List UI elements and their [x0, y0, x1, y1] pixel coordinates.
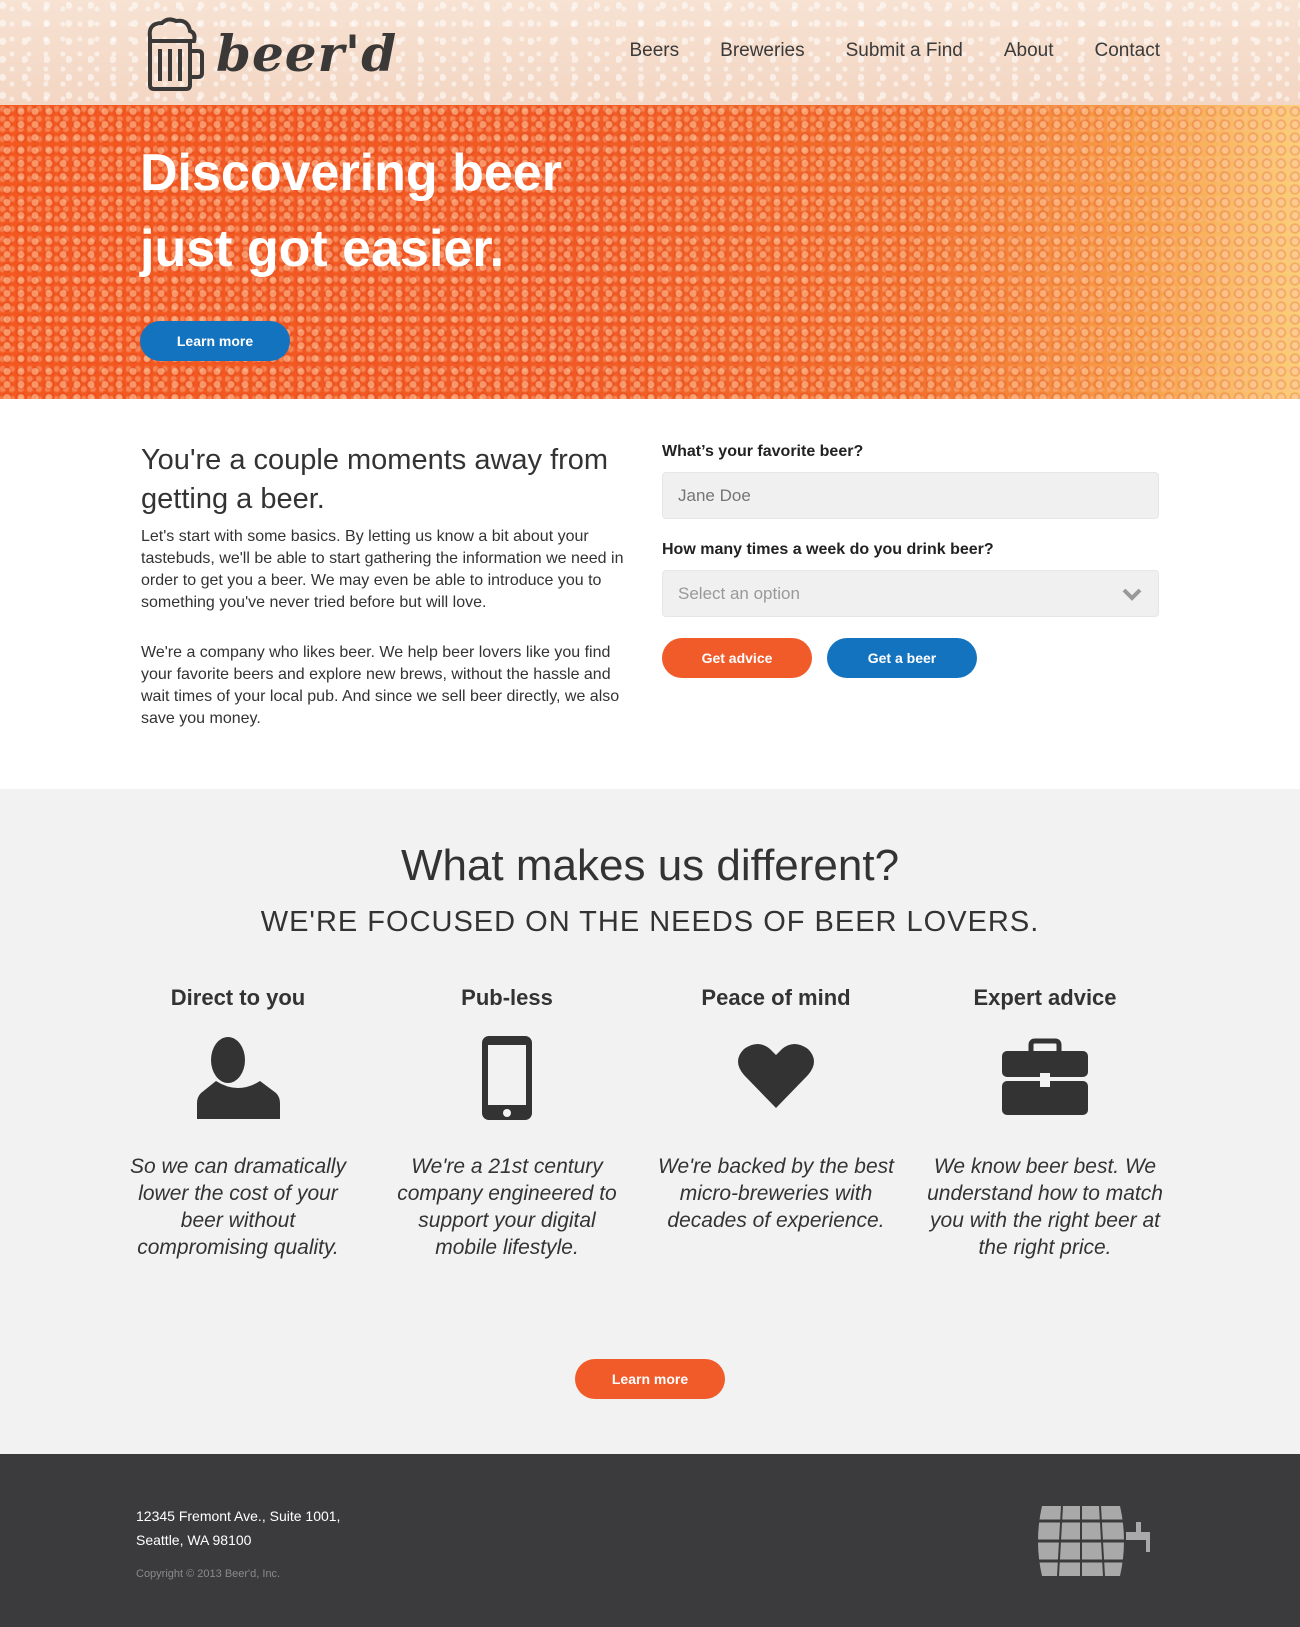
hero-title-line2: just got easier.	[140, 220, 505, 278]
nav-submit-a-find[interactable]: Submit a Find	[846, 40, 963, 62]
phone-icon	[482, 1036, 532, 1120]
feature-peace-of-mind: Peace of mind We're backed by the best m…	[656, 985, 896, 1234]
get-a-beer-button[interactable]: Get a beer	[827, 638, 977, 678]
feature-text: We're backed by the best micro-breweries…	[658, 1155, 894, 1232]
features-section: What makes us different? WE'RE FOCUSED O…	[0, 789, 1300, 1454]
drink-frequency-label: How many times a week do you drink beer?	[662, 541, 994, 558]
feature-title: Expert advice	[973, 985, 1117, 1010]
logo[interactable]: beer'd	[140, 14, 397, 92]
heart-icon	[738, 1044, 814, 1108]
hero-title: Discovering beer just got easier.	[140, 135, 700, 287]
footer-address: 12345 Fremont Ave., Suite 1001, Seattle,…	[136, 1504, 340, 1552]
intro-paragraph-2: We're a company who likes beer. We help …	[141, 644, 620, 727]
nav-beers[interactable]: Beers	[630, 40, 680, 62]
address-line-2: Seattle, WA 98100	[136, 1532, 252, 1548]
copyright: Copyright © 2013 Beer'd, Inc.	[136, 1568, 281, 1580]
feature-title: Peace of mind	[701, 985, 851, 1010]
logo-text: beer'd	[216, 23, 398, 83]
nav-about[interactable]: About	[1004, 40, 1054, 62]
site-footer: 12345 Fremont Ave., Suite 1001, Seattle,…	[0, 1454, 1300, 1627]
feature-text: We know beer best. We understand how to …	[927, 1155, 1163, 1259]
feature-title: Direct to you	[170, 985, 306, 1010]
nav-contact[interactable]: Contact	[1095, 40, 1160, 62]
feature-expert-advice: Expert advice We know beer best. We unde…	[925, 985, 1165, 1261]
briefcase-icon	[1002, 1038, 1088, 1115]
intro-heading: You're a couple moments away from gettin…	[141, 444, 609, 515]
features-learn-more-button[interactable]: Learn more	[575, 1359, 725, 1399]
site-header: beer'd Beers Breweries Submit a Find Abo…	[0, 0, 1300, 105]
drink-frequency-select[interactable]: Select an option	[662, 570, 1159, 617]
hero-title-line1: Discovering beer	[140, 144, 562, 202]
nav-breweries[interactable]: Breweries	[720, 40, 804, 62]
feature-title: Pub-less	[461, 985, 553, 1010]
intro-paragraph-1: Let's start with some basics. By letting…	[141, 528, 624, 611]
person-icon	[197, 1037, 280, 1119]
get-advice-button[interactable]: Get advice	[662, 638, 812, 678]
intro-section: You're a couple moments away from gettin…	[0, 399, 1300, 789]
favorite-beer-label: What’s your favorite beer?	[662, 443, 864, 460]
main-nav: Beers Breweries Submit a Find About Cont…	[630, 40, 1161, 62]
feature-pub-less: Pub-less We're a 21st century company en…	[387, 985, 627, 1261]
feature-text: We're a 21st century company engineered …	[397, 1155, 617, 1259]
feature-direct-to-you: Direct to you So we can dramatically low…	[118, 985, 358, 1261]
feature-text: So we can dramatically lower the cost of…	[130, 1155, 346, 1259]
features-subtitle: WE'RE FOCUSED ON THE NEEDS OF BEER LOVER…	[260, 906, 1040, 938]
drink-frequency-placeholder: Select an option	[678, 584, 800, 603]
chevron-down-icon	[1122, 588, 1142, 601]
beer-mug-icon	[147, 17, 204, 91]
features-title: What makes us different?	[400, 841, 900, 890]
hero-learn-more-button[interactable]: Learn more	[140, 321, 290, 361]
address-line-1: 12345 Fremont Ave., Suite 1001,	[136, 1508, 341, 1524]
beer-barrel-icon	[1036, 1505, 1150, 1577]
hero-banner: Discovering beer just got easier. Learn …	[0, 105, 1300, 399]
favorite-beer-input[interactable]	[662, 472, 1159, 519]
